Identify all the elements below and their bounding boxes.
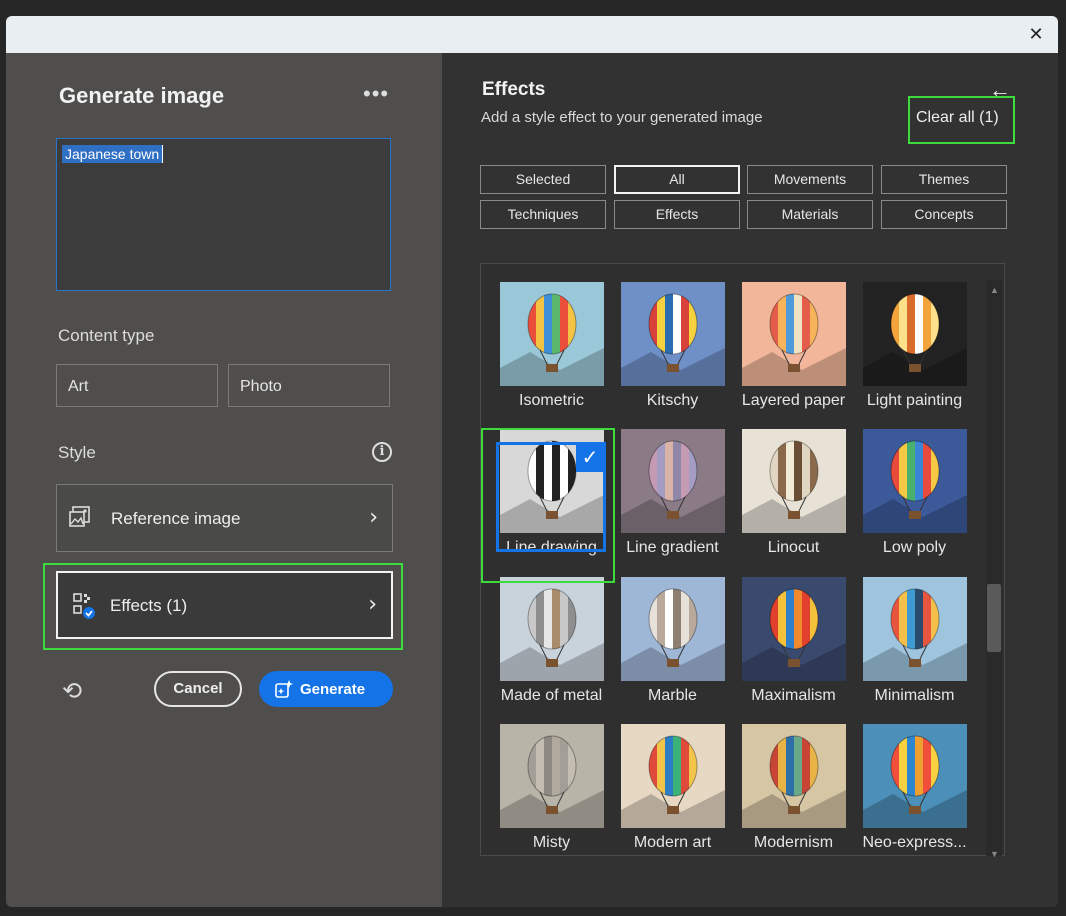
generate-image-dialog: ✕ Generate image ••• Japanese town Conte… (6, 16, 1058, 907)
effects-title: Effects (482, 79, 546, 100)
effect-tile-layered-paper[interactable] (742, 282, 846, 386)
effect-tile-label: Low poly (882, 539, 947, 556)
style-label: Style (58, 443, 96, 462)
effect-tile-label: Modern art (633, 834, 712, 851)
generate-button[interactable]: Generate (259, 671, 393, 707)
effects-subtitle: Add a style effect to your generated ima… (481, 109, 763, 126)
effect-tile-minimalism[interactable] (863, 577, 967, 681)
effect-tile-isometric[interactable] (500, 282, 604, 386)
effect-tile-misty[interactable] (500, 724, 604, 828)
chevron-right-icon: › (369, 505, 378, 530)
info-icon[interactable]: i (372, 442, 392, 462)
effect-tile-label: Light painting (866, 392, 963, 409)
scroll-up-icon[interactable]: ▲ (990, 285, 999, 295)
effect-tile-label: Misty (532, 834, 571, 851)
effect-tile-made-of-metal[interactable] (500, 577, 604, 681)
filter-tab-materials[interactable]: Materials (747, 200, 873, 229)
prompt-input[interactable]: Japanese town (56, 138, 391, 291)
right-panel: Effects Add a style effect to your gener… (442, 53, 1058, 907)
effect-tile-light-painting[interactable] (863, 282, 967, 386)
reset-icon[interactable]: ⟲ (62, 677, 82, 706)
scrollbar-thumb[interactable] (987, 584, 1001, 652)
effect-tile-label: Neo-express... (862, 834, 967, 851)
effect-tile-label: Isometric (519, 392, 584, 409)
effect-tile-label: Line gradient (626, 539, 719, 556)
effect-tile-maximalism[interactable] (742, 577, 846, 681)
effect-tile-label: Kitschy (646, 392, 699, 409)
left-panel: Generate image ••• Japanese town Content… (6, 53, 442, 907)
effects-label: Effects (1) (110, 596, 188, 615)
title-bar: ✕ (6, 16, 1058, 54)
effect-tile-label: Layered paper (741, 392, 846, 409)
effect-tile-marble[interactable] (621, 577, 725, 681)
image-icon (69, 506, 90, 527)
effect-tile-modern-art[interactable] (621, 724, 725, 828)
filter-tab-selected[interactable]: Selected (480, 165, 606, 194)
filter-tab-techniques[interactable]: Techniques (480, 200, 606, 229)
effect-tile-label: Made of metal (500, 687, 603, 704)
filter-tab-themes[interactable]: Themes (881, 165, 1007, 194)
cancel-button[interactable]: Cancel (154, 671, 242, 707)
close-icon[interactable]: ✕ (1026, 24, 1046, 44)
check-icon: ✓ (576, 444, 604, 472)
filter-tab-all[interactable]: All (614, 165, 740, 194)
effect-tile-line-gradient[interactable] (621, 429, 725, 533)
effects-button[interactable]: Effects (1) › (56, 571, 393, 639)
generate-sparkle-icon (275, 680, 293, 698)
chevron-right-icon: › (368, 592, 377, 617)
filter-tab-effects[interactable]: Effects (614, 200, 740, 229)
filter-tab-movements[interactable]: Movements (747, 165, 873, 194)
scroll-down-icon[interactable]: ▼ (990, 849, 999, 859)
effect-tile-linocut[interactable] (742, 429, 846, 533)
effect-tile-neo-express[interactable] (863, 724, 967, 828)
effect-tile-label: Marble (648, 687, 697, 704)
content-type-label: Content type (58, 326, 155, 345)
scrollbar[interactable] (986, 280, 1002, 856)
effect-tile-label: Maximalism (751, 687, 836, 704)
filter-tab-concepts[interactable]: Concepts (881, 200, 1007, 229)
more-options-icon[interactable]: ••• (363, 81, 389, 107)
effect-tile-modernism[interactable] (742, 724, 846, 828)
reference-image-button[interactable]: Reference image › (56, 484, 393, 552)
effect-tile-label: Linocut (767, 539, 820, 556)
clear-all-button[interactable]: Clear all (1) (916, 109, 999, 127)
effect-tile-kitschy[interactable] (621, 282, 725, 386)
prompt-text: Japanese town (62, 145, 164, 163)
generate-label: Generate (300, 681, 366, 698)
panel-title: Generate image (59, 83, 225, 108)
effect-tile-low-poly[interactable] (863, 429, 967, 533)
effect-tile-label: Modernism (753, 834, 834, 851)
reference-image-label: Reference image (111, 509, 241, 528)
content-type-photo-button[interactable]: Photo (228, 364, 390, 407)
content-type-art-button[interactable]: Art (56, 364, 218, 407)
effect-tile-label: Minimalism (874, 687, 955, 704)
effects-icon (73, 593, 95, 619)
